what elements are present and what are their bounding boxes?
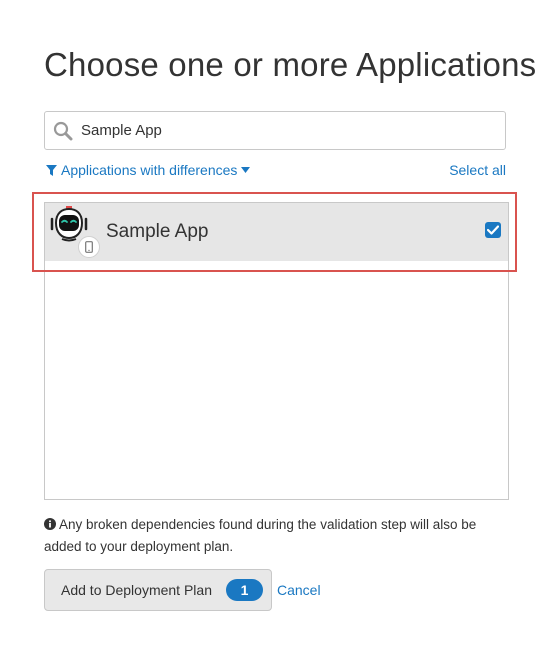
search-input[interactable] [81,122,481,139]
select-all-link[interactable]: Select all [449,162,506,178]
search-icon [53,121,73,140]
cancel-link[interactable]: Cancel [277,582,321,598]
info-icon [44,518,56,530]
add-to-deployment-plan-button[interactable]: Add to Deployment Plan 1 [44,569,272,611]
app-name: Sample App [106,221,209,242]
page-title: Choose one or more Applications [44,46,537,83]
info-text: Any broken dependencies found during the… [44,517,477,554]
search-box[interactable] [44,111,506,150]
filter-dropdown[interactable]: Applications with differences [46,162,251,178]
chevron-down-icon [241,167,251,173]
app-checkbox[interactable] [485,222,501,238]
add-button-label: Add to Deployment Plan [61,582,212,598]
info-message: Any broken dependencies found during the… [44,514,514,558]
highlight-frame [32,192,517,272]
mobile-phone-icon [78,236,100,258]
filter-label: Applications with differences [61,162,238,178]
checkmark-icon [487,225,499,235]
selected-count-badge: 1 [226,579,263,601]
filter-icon [46,164,57,176]
